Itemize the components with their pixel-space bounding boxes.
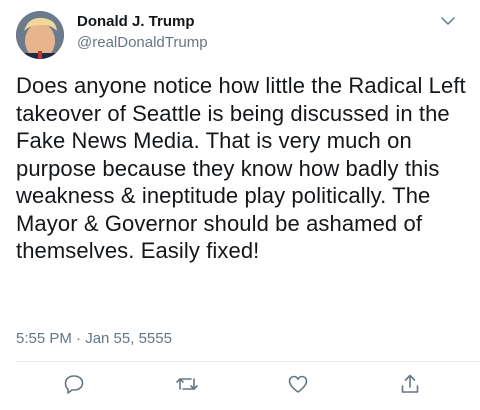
retweet-icon[interactable] [175,372,199,396]
author-handle[interactable]: @realDonaldTrump [77,34,208,51]
tweet-text: Does anyone notice how little the Radica… [16,73,466,263]
avatar[interactable] [16,11,64,59]
tweet-timestamp[interactable]: 5:55 PM · Jan 55, 5555 [16,330,172,347]
reply-icon[interactable] [62,372,86,396]
chevron-down-icon[interactable] [440,14,456,26]
avatar-image [16,11,64,59]
author-name[interactable]: Donald J. Trump [77,13,195,30]
tweet-card: Donald J. Trump @realDonaldTrump Does an… [0,0,480,410]
divider [16,361,480,362]
action-bar [0,372,480,402]
share-icon[interactable] [398,372,422,396]
heart-icon[interactable] [286,372,310,396]
